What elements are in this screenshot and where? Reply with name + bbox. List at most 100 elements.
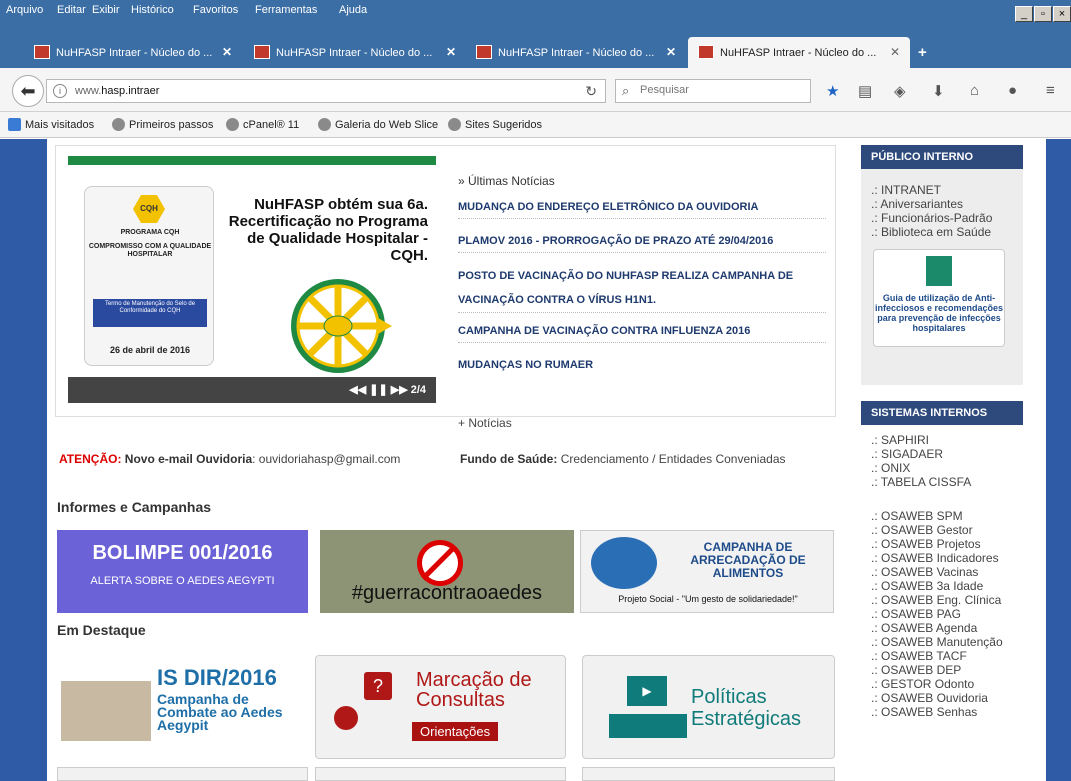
menu-editar[interactable]: Editar (57, 4, 86, 16)
restore-icon[interactable]: ▫ (1034, 6, 1052, 22)
bookmark-star-icon[interactable]: ★ (826, 82, 839, 100)
fundo-links[interactable]: Credenciamento / Entidades Conveniadas (561, 452, 786, 466)
tab-3[interactable]: NuHFASP Intraer - Núcleo do ... ✕ (466, 37, 686, 68)
cert-card: CQH PROGRAMA CQH COMPROMISSO COM A QUALI… (84, 186, 214, 366)
link-sigadaer[interactable]: .: SIGADAER (861, 447, 1023, 461)
bookmark-mais-visitados[interactable]: Mais visitados (8, 118, 94, 131)
guia-anti-infecciosos[interactable]: Guia de utilização de Anti-infecciosos e… (873, 249, 1005, 347)
link-osaweb-3a-idade[interactable]: .: OSAWEB 3a Idade (861, 579, 1023, 593)
link-aniversariantes[interactable]: .: Aniversariantes (861, 197, 1023, 211)
bottom-banner-3[interactable] (582, 767, 835, 781)
link-osaweb-gestor[interactable]: .: OSAWEB Gestor (861, 523, 1023, 537)
minimize-icon[interactable]: _ (1015, 6, 1033, 22)
bookmark-cpanel[interactable]: cPanel® 11 (226, 118, 299, 131)
menu-favoritos[interactable]: Favoritos (193, 4, 238, 16)
tab-4-active[interactable]: NuHFASP Intraer - Núcleo do ... ✕ (688, 37, 910, 68)
link-osaweb-spm[interactable]: .: OSAWEB SPM (861, 509, 1023, 523)
menu-arquivo[interactable]: Arquivo (6, 4, 43, 16)
link-osaweb-dep[interactable]: .: OSAWEB DEP (861, 663, 1023, 677)
close-window-icon[interactable]: × (1053, 6, 1071, 22)
more-news-link[interactable]: + Notícias (458, 416, 512, 430)
publico-header: PÚBLICO INTERNO (861, 145, 1023, 169)
download-icon[interactable]: ⬇ (932, 82, 945, 100)
link-gestor-odonto[interactable]: .: GESTOR Odonto (861, 677, 1023, 691)
guerra-aedes-banner[interactable]: #guerracontraoaedes (320, 530, 574, 613)
link-funcionarios-padrao[interactable]: .: Funcionários-Padrão (861, 211, 1023, 225)
link-onix[interactable]: .: ONIX (861, 461, 1023, 475)
link-intranet[interactable]: .: INTRANET (861, 183, 1023, 197)
tab-1[interactable]: NuHFASP Intraer - Núcleo do ... ✕ (24, 37, 242, 68)
url-prefix: www. (75, 85, 102, 97)
news-item[interactable]: POSTO DE VACINAÇÃO DO NUHFASP REALIZA CA… (458, 264, 826, 313)
page-content: CQH PROGRAMA CQH COMPROMISSO COM A QUALI… (47, 139, 1046, 781)
home-icon[interactable]: ⌂ (970, 82, 979, 99)
news-item[interactable]: MUDANÇAS NO RUMAER (458, 354, 826, 376)
news-item[interactable]: PLAMOV 2016 - PRORROGAÇÃO DE PRAZO ATÉ 2… (458, 230, 826, 253)
marcacao-consultas-banner[interactable]: ? Marcação de Consultas Orientações (315, 655, 566, 759)
politicas-title: Políticas Estratégicas (691, 686, 802, 730)
search-input[interactable] (640, 84, 800, 96)
menu-ferramentas[interactable]: Ferramentas (255, 4, 317, 16)
news-item[interactable]: MUDANÇA DO ENDEREÇO ELETRÔNICO DA OUVIDO… (458, 196, 826, 219)
cert-title: PROGRAMA CQH (120, 229, 180, 236)
bookmark-web-slice[interactable]: Galeria do Web Slice (318, 118, 438, 131)
link-osaweb-manutencao[interactable]: .: OSAWEB Manutenção (861, 635, 1023, 649)
bottom-banner-1[interactable] (57, 767, 308, 781)
isdir-banner[interactable]: IS DIR/2016 Campanha de Combate ao Aedes… (57, 655, 308, 759)
link-saphiri[interactable]: .: SAPHIRI (861, 433, 1023, 447)
ouvidoria-email-link[interactable]: : ouvidoriahasp@gmail.com (252, 452, 400, 466)
bottom-banner-2[interactable] (315, 767, 566, 781)
reading-list-icon[interactable]: ▤ (858, 82, 872, 100)
info-icon[interactable]: i (53, 84, 67, 98)
menu-ajuda[interactable]: Ajuda (339, 4, 367, 16)
bolimpe-banner[interactable]: BOLIMPE 001/2016 ALERTA SOBRE O AEDES AE… (57, 530, 308, 613)
close-tab-icon[interactable]: ✕ (222, 45, 232, 59)
tab-2[interactable]: NuHFASP Intraer - Núcleo do ... ✕ (244, 37, 466, 68)
news-label[interactable]: » Últimas Notícias (458, 174, 826, 188)
pocket-icon[interactable]: ◈ (894, 82, 906, 100)
back-button[interactable]: ⬅ (12, 75, 44, 107)
orientacoes-label: Orientações (412, 722, 499, 741)
slide-controls[interactable]: ◀◀ ❚❚ ▶▶ 2/4 (68, 377, 436, 403)
link-osaweb-pag[interactable]: .: OSAWEB PAG (861, 607, 1023, 621)
close-tab-icon[interactable]: ✕ (446, 45, 456, 59)
link-osaweb-indicadores[interactable]: .: OSAWEB Indicadores (861, 551, 1023, 565)
fundo-label: Fundo de Saúde: (460, 452, 558, 466)
link-tabela-cissfa[interactable]: .: TABELA CISSFA (861, 475, 1023, 489)
search-box[interactable]: ⌕ (615, 79, 811, 103)
campanha-alimentos-banner[interactable]: CAMPANHA DE ARRECADAÇÃO DE ALIMENTOS Pro… (580, 530, 834, 613)
ouvidoria-alert: ATENÇÃO: Novo e-mail Ouvidoria: ouvidori… (59, 452, 400, 466)
tab-strip: NuHFASP Intraer - Núcleo do ... ✕ NuHFASP… (0, 32, 1071, 68)
reload-icon[interactable]: ↻ (585, 83, 597, 100)
link-osaweb-projetos[interactable]: .: OSAWEB Projetos (861, 537, 1023, 551)
bolimpe-subtitle: ALERTA SOBRE O AEDES AEGYPTI (90, 575, 275, 587)
close-tab-icon[interactable]: ✕ (890, 45, 900, 59)
search-icon: ⌕ (622, 83, 630, 98)
link-osaweb-vacinas[interactable]: .: OSAWEB Vacinas (861, 565, 1023, 579)
politicas-banner[interactable]: ▶ Políticas Estratégicas (582, 655, 835, 759)
section-informes: Informes e Campanhas (57, 499, 212, 515)
close-tab-icon[interactable]: ✕ (666, 45, 676, 59)
news-item[interactable]: CAMPANHA DE VACINAÇÃO CONTRA INFLUENZA 2… (458, 320, 826, 343)
isdir-subtitle: Campanha de Combate ao Aedes Aegypit (157, 691, 283, 733)
link-osaweb-senhas[interactable]: .: OSAWEB Senhas (861, 705, 1023, 719)
menu-historico[interactable]: Histórico (131, 4, 174, 16)
link-osaweb-tacf[interactable]: .: OSAWEB TACF (861, 649, 1023, 663)
link-osaweb-eng-clinica[interactable]: .: OSAWEB Eng. Clínica (861, 593, 1023, 607)
slideshow[interactable]: CQH PROGRAMA CQH COMPROMISSO COM A QUALI… (68, 156, 436, 403)
link-osaweb-agenda[interactable]: .: OSAWEB Agenda (861, 621, 1023, 635)
bookmark-sites-sugeridos[interactable]: Sites Sugeridos (448, 118, 542, 131)
hamburger-menu-icon[interactable]: ≡ (1046, 82, 1055, 99)
globe-icon (226, 118, 239, 131)
chat-icon[interactable]: ● (1008, 82, 1017, 99)
new-tab-button[interactable]: + (918, 44, 927, 61)
bookmark-primeiros-passos[interactable]: Primeiros passos (112, 118, 213, 131)
menu-exibir[interactable]: Exibir (92, 4, 120, 16)
link-biblioteca[interactable]: .: Biblioteca em Saúde (861, 225, 1023, 239)
mosquito-photo (61, 681, 151, 741)
sistemas-group-2: .: OSAWEB SPM .: OSAWEB Gestor .: OSAWEB… (861, 509, 1023, 719)
slide-headline: NuHFASP obtém sua 6a. Recertificação no … (228, 196, 428, 264)
guerra-text: #guerracontraoaedes (351, 582, 543, 604)
address-bar[interactable]: i www.hasp.intraer ↻ (46, 79, 606, 103)
link-osaweb-ouvidoria[interactable]: .: OSAWEB Ouvidoria (861, 691, 1023, 705)
